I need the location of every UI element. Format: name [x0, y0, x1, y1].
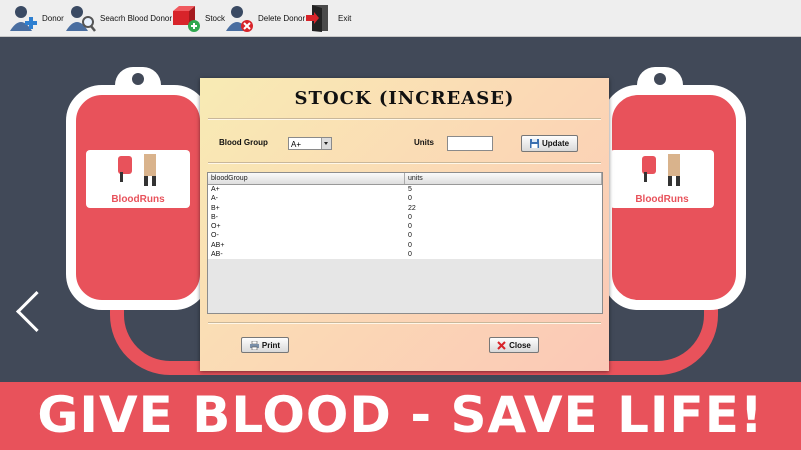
units-label: Units	[414, 138, 434, 147]
search-user-icon	[66, 3, 96, 33]
table-row[interactable]: O- 0	[208, 231, 602, 241]
column-header-units[interactable]: units	[405, 173, 602, 184]
table-row[interactable]: AB- 0	[208, 250, 602, 260]
table-row[interactable]: B+ 22	[208, 203, 602, 213]
cell-bloodgroup: B+	[211, 204, 220, 212]
chevron-left-icon[interactable]	[15, 290, 58, 333]
table-header: bloodGroup units	[208, 173, 602, 185]
slogan-banner: GIVE BLOOD - SAVE LIFE!	[0, 382, 801, 450]
exit-button[interactable]: Exit	[304, 3, 351, 33]
stock-add-icon	[171, 3, 201, 33]
update-label: Update	[541, 139, 570, 148]
close-button[interactable]: Close	[489, 337, 539, 353]
blood-group-label: Blood Group	[219, 138, 268, 147]
cell-bloodgroup: AB+	[211, 241, 225, 249]
units-input[interactable]	[447, 136, 493, 151]
cell-units: 0	[408, 251, 412, 259]
logo-text-left: BloodRuns	[111, 194, 165, 205]
cell-bloodgroup: B-	[211, 213, 218, 221]
chevron-down-icon[interactable]	[321, 138, 331, 149]
bloodruns-logo-icon	[642, 154, 680, 186]
slogan-text: GIVE BLOOD - SAVE LIFE!	[37, 386, 764, 444]
blood-group-value: A+	[291, 140, 302, 149]
cell-bloodgroup: O-	[211, 232, 219, 240]
table-row[interactable]: A- 0	[208, 194, 602, 204]
save-icon	[529, 139, 539, 148]
logo-card-right: BloodRuns	[610, 150, 714, 208]
footer-separator	[208, 322, 601, 324]
donor-button[interactable]: Donor	[8, 3, 64, 33]
bloodruns-logo-icon	[118, 154, 156, 186]
print-button[interactable]: Print	[241, 337, 289, 353]
stock-table[interactable]: bloodGroup units A+ 5 A- 0 B+ 22 B- 0 O+ 0 O-…	[207, 172, 603, 314]
cell-bloodgroup: O+	[211, 223, 221, 231]
stock-label: Stock	[205, 13, 226, 23]
donor-label: Donor	[42, 13, 64, 23]
print-label: Print	[261, 340, 281, 350]
bag-hole-left	[132, 73, 144, 85]
cell-units: 5	[408, 186, 412, 193]
cell-units: 0	[408, 195, 412, 203]
cell-units: 0	[408, 213, 412, 221]
exit-door-icon	[304, 3, 334, 33]
cell-bloodgroup: AB-	[211, 251, 223, 259]
delete-donor-button[interactable]: Delete Donor	[224, 3, 305, 33]
bag-hole-right	[654, 73, 666, 85]
printer-icon	[249, 340, 259, 350]
table-row[interactable]: O+ 0	[208, 222, 602, 232]
cell-units: 22	[408, 204, 416, 212]
add-user-icon	[8, 3, 38, 33]
close-label: Close	[509, 340, 531, 350]
exit-label: Exit	[338, 13, 352, 23]
delete-donor-label: Delete Donor	[258, 13, 306, 23]
cell-bloodgroup: A-	[211, 195, 218, 203]
logo-card-left: BloodRuns	[86, 150, 190, 208]
search-blood-donor-label: Seacrh Blood Donor	[100, 13, 173, 23]
close-icon	[497, 340, 506, 350]
table-row[interactable]: B- 0	[208, 212, 602, 223]
toolbar: Donor Seacrh Blood Donor Stock Delete Do…	[0, 0, 801, 37]
blood-group-select[interactable]: A+	[288, 137, 332, 150]
update-button[interactable]: Update	[521, 135, 578, 152]
cell-bloodgroup: A+	[211, 186, 220, 193]
cell-units: 0	[408, 223, 412, 231]
table-row[interactable]: AB+ 0	[208, 240, 602, 251]
table-row[interactable]: A+ 5	[208, 185, 602, 195]
dialog-title: STOCK (INCREASE)	[294, 88, 515, 109]
delete-user-icon	[224, 3, 254, 33]
cell-units: 0	[408, 232, 412, 240]
logo-text-right: BloodRuns	[635, 194, 689, 205]
stock-button[interactable]: Stock	[171, 3, 225, 33]
search-blood-donor-button[interactable]: Seacrh Blood Donor	[66, 3, 172, 33]
title-separator	[208, 118, 601, 120]
form-separator	[208, 162, 601, 164]
column-header-bloodgroup[interactable]: bloodGroup	[208, 173, 405, 184]
cell-units: 0	[408, 241, 412, 249]
